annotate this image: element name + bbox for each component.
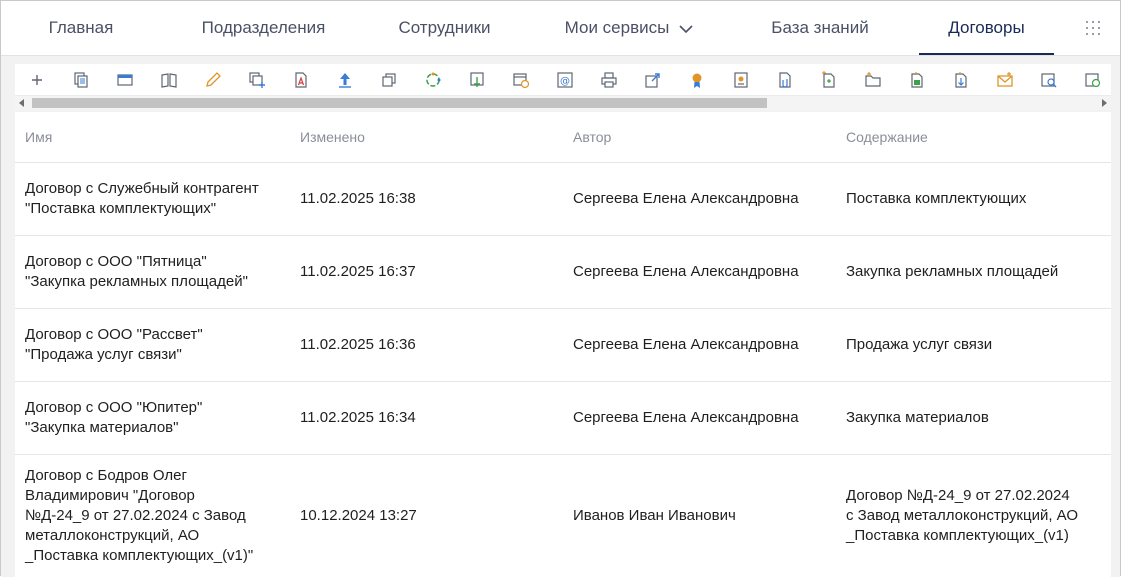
chevron-down-icon [679,24,693,33]
scrollbar-thumb[interactable] [32,98,767,108]
cell-name: Договор с ООО "Юпитер" "Закупка материал… [25,382,295,454]
top-navigation: Главная Подразделения Сотрудники Мои сер… [1,1,1120,56]
column-header-author[interactable]: Автор [573,129,611,145]
history-document-icon[interactable] [1081,68,1105,92]
table-row[interactable]: Договор с ООО "Пятница" "Закупка рекламн… [15,236,1111,309]
nav-item-knowledge-base[interactable]: База знаний [761,1,879,55]
cell-author: Сергеева Елена Александровна [573,236,838,308]
card-icon[interactable] [113,68,137,92]
cell-author: Сергеева Елена Александровна [573,163,838,235]
copy-document-icon[interactable] [69,68,93,92]
nav-item-employees[interactable]: Сотрудники [387,1,502,55]
cell-content: Закупка рекламных площадей [846,236,1106,308]
content-panel: @ Имя Изменено Автор Содержание Договор … [1,56,1120,577]
cell-content: Продажа услуг связи [846,309,1106,381]
cell-content: Поставка комплектующих [846,163,1106,235]
cell-content: Закупка материалов [846,382,1106,454]
cell-name: Договор с Бодров Олег Владимирович "Дого… [25,455,297,577]
table-header: Имя Изменено Автор Содержание [15,112,1111,163]
column-header-changed[interactable]: Изменено [300,129,365,145]
cell-author-text: Сергеева Елена Александровна [573,409,799,426]
cell-content-text: Закупка рекламных площадей [846,263,1059,280]
toolbar: @ [15,64,1111,96]
cell-changed-text: 11.02.2025 16:38 [300,190,416,207]
nav-item-label: Главная [48,18,114,37]
cell-content: Договор №Д-24_9 от 27.02.2024 с Завод ме… [846,455,1108,577]
export-icon[interactable] [641,68,665,92]
cell-name: Договор с Служебный контрагент "Поставка… [25,163,295,235]
nav-item-label: Договоры [948,18,1025,37]
archive-icon[interactable] [905,68,929,92]
nav-item-label: База знаний [771,18,869,37]
scroll-left-icon[interactable] [19,99,24,107]
cell-author-text: Иванов Иван Иванович [573,507,736,524]
cell-changed: 11.02.2025 16:38 [300,163,560,235]
cell-author: Иванов Иван Иванович [573,455,838,577]
open-book-icon[interactable] [157,68,181,92]
nav-item-label: Мои сервисы [564,18,670,37]
nav-item-contracts[interactable]: Договоры [919,1,1054,55]
nav-item-label: Сотрудники [398,18,491,37]
calendar-clock-icon[interactable] [509,68,533,92]
cell-changed-text: 11.02.2025 16:34 [300,409,416,426]
envelope-icon[interactable] [993,68,1017,92]
cell-name: Договор с ООО "Пятница" "Закупка рекламн… [25,236,295,308]
new-folder-icon[interactable] [861,68,885,92]
refresh-cycle-icon[interactable] [421,68,445,92]
table-row[interactable]: Договор с ООО "Юпитер" "Закупка материал… [15,382,1111,455]
contracts-table: Имя Изменено Автор Содержание Договор с … [15,112,1111,577]
cell-name-text: Договор с ООО "Юпитер" "Закупка материал… [25,399,203,436]
duplicate-icon[interactable] [377,68,401,92]
cell-author: Сергеева Елена Александровна [573,382,838,454]
pencil-icon[interactable] [201,68,225,92]
cell-name: Договор с ООО "Рассвет" "Продажа услуг с… [25,309,295,381]
cell-changed: 11.02.2025 16:36 [300,309,560,381]
cell-author-text: Сергеева Елена Александровна [573,336,799,353]
cell-content-text: Продажа услуг связи [846,336,993,353]
cell-author-text: Сергеева Елена Александровна [573,263,799,280]
cell-content-text: Закупка материалов [846,409,989,426]
column-header-content[interactable]: Содержание [846,129,928,145]
table-row[interactable]: Договор с Служебный контрагент "Поставка… [15,163,1111,236]
cell-author-text: Сергеева Елена Александровна [573,190,799,207]
cell-content-text: Договор №Д-24_9 от 27.02.2024 с Завод ме… [846,487,1079,544]
horizontal-scrollbar[interactable] [15,96,1111,110]
column-header-name[interactable]: Имя [25,129,52,145]
nav-item-home[interactable]: Главная [39,1,123,55]
scroll-right-icon[interactable] [1102,99,1107,107]
copy-add-icon[interactable] [245,68,269,92]
cell-changed-text: 11.02.2025 16:37 [300,263,416,280]
nav-item-my-services[interactable]: Мои сервисы [554,1,704,55]
cell-changed: 11.02.2025 16:34 [300,382,560,454]
upload-arrow-icon[interactable] [333,68,357,92]
cell-changed-text: 11.02.2025 16:36 [300,336,416,353]
cell-name-text: Договор с Бодров Олег Владимирович "Дого… [25,467,254,564]
new-document-icon[interactable] [817,68,841,92]
sort-tree-icon[interactable] [949,68,973,92]
cell-content-text: Поставка комплектующих [846,190,1027,207]
email-document-icon[interactable]: @ [553,68,577,92]
nav-item-departments[interactable]: Подразделения [191,1,336,55]
award-ribbon-icon[interactable] [685,68,709,92]
document-letter-a-icon[interactable] [289,68,313,92]
cell-name-text: Договор с Служебный контрагент "Поставка… [25,180,259,217]
nav-item-label: Подразделения [201,18,326,37]
document-stamp-icon[interactable] [729,68,753,92]
cell-changed-text: 10.12.2024 13:27 [300,507,417,524]
attach-document-icon[interactable] [773,68,797,92]
plus-icon[interactable] [25,68,49,92]
svg-text:@: @ [560,76,570,87]
cell-changed: 11.02.2025 16:37 [300,236,560,308]
search-document-icon[interactable] [1037,68,1061,92]
cell-changed: 10.12.2024 13:27 [300,455,560,577]
table-row[interactable]: Договор с Бодров Олег Владимирович "Дого… [15,455,1111,577]
cell-name-text: Договор с ООО "Пятница" "Закупка рекламн… [25,253,248,290]
workflow-icon[interactable] [465,68,489,92]
apps-grid-icon[interactable] [1083,18,1103,38]
printer-icon[interactable] [597,68,621,92]
cell-author: Сергеева Елена Александровна [573,309,838,381]
table-row[interactable]: Договор с ООО "Рассвет" "Продажа услуг с… [15,309,1111,382]
cell-name-text: Договор с ООО "Рассвет" "Продажа услуг с… [25,326,203,363]
